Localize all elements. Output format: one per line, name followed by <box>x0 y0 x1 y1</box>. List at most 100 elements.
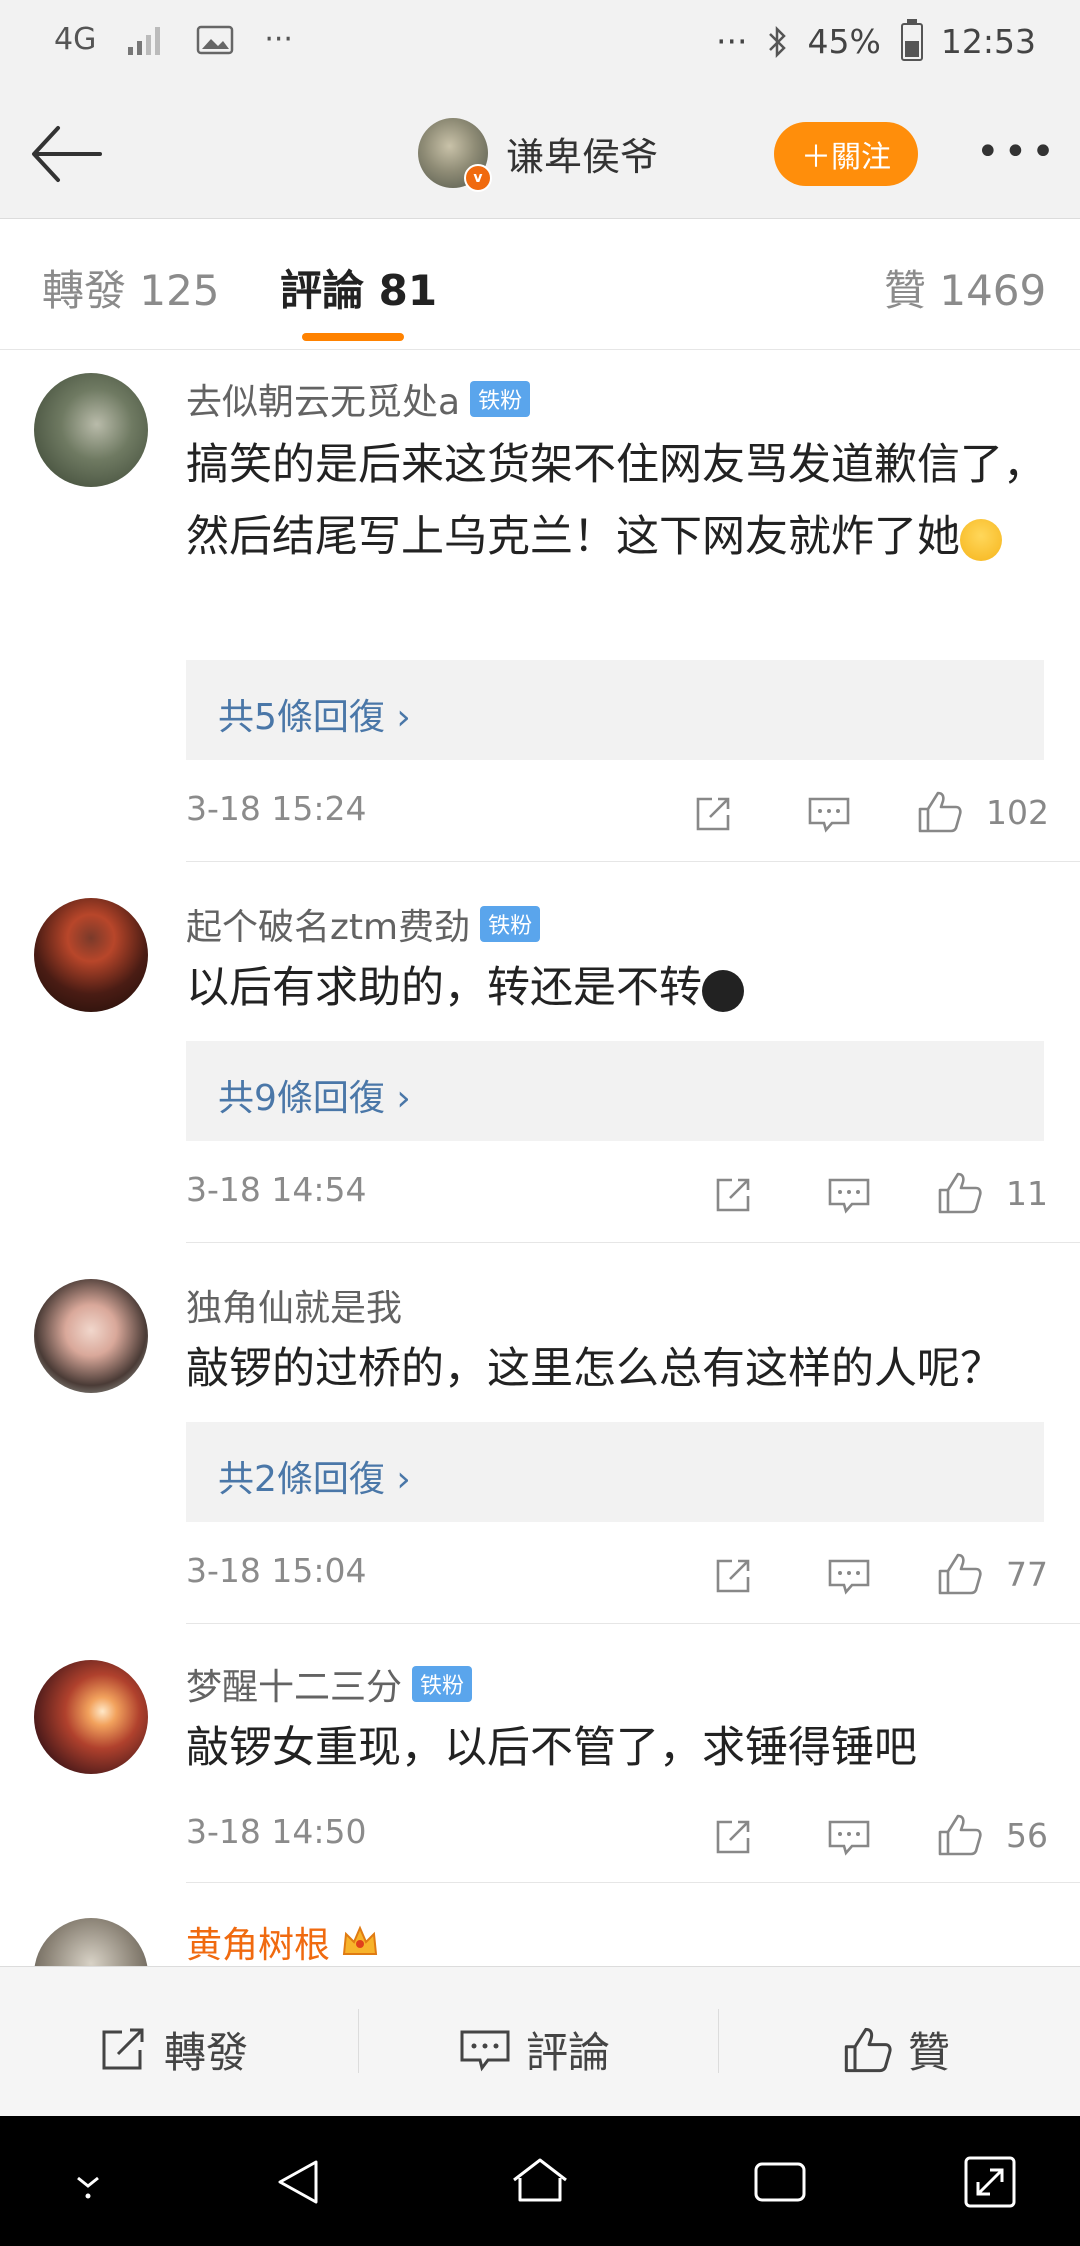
system-navigation-bar <box>0 2116 1080 2246</box>
comment-time: 3-18 15:24 <box>186 789 367 828</box>
thumbs-up-icon <box>938 1814 982 1856</box>
repost-button[interactable]: 轉發 <box>98 2019 248 2080</box>
author-avatar[interactable]: v <box>418 118 492 192</box>
like-count: 77 <box>1006 1554 1048 1594</box>
thumbs-up-icon <box>938 1172 982 1214</box>
signal-icon <box>128 26 161 55</box>
battery-icon <box>900 18 923 61</box>
thumbs-up-icon <box>844 2027 892 2072</box>
share-icon[interactable] <box>712 1816 754 1858</box>
back-icon[interactable] <box>270 2152 330 2212</box>
bluetooth-icon <box>768 25 786 58</box>
comment-text: 敲锣的过桥的，这里怎么总有这样的人呢？ <box>186 1344 1003 1394</box>
commenter-avatar[interactable] <box>34 898 148 1012</box>
comment-meta: 3-18 14:50 56 <box>186 1812 1048 1862</box>
fan-badge: 铁粉 <box>470 381 531 417</box>
comment-label: 評論 <box>526 2028 611 2077</box>
active-tab-indicator <box>302 333 404 341</box>
commenter-name[interactable]: 黄角树根 <box>186 1916 330 1966</box>
crown-icon <box>342 1925 378 1955</box>
like-button[interactable]: 贊 <box>842 2019 950 2080</box>
like-button[interactable]: 102 <box>916 789 1049 835</box>
comment-meta: 3-18 15:04 77 <box>186 1551 1048 1601</box>
verified-badge-icon: v <box>464 164 492 192</box>
grin-emoji-icon <box>960 518 1002 561</box>
more-options-icon[interactable]: ••• <box>976 132 1056 172</box>
like-count: 102 <box>986 792 1049 832</box>
follow-button[interactable]: ＋關注 <box>774 122 918 186</box>
comment-item: 黄角树根 <box>0 1904 1080 1966</box>
commenter-avatar[interactable] <box>34 1279 148 1393</box>
fan-badge: 铁粉 <box>480 906 541 942</box>
more-notifications: ··· <box>264 22 293 57</box>
back-arrow-icon[interactable] <box>28 114 108 194</box>
recent-apps-icon[interactable] <box>750 2152 810 2212</box>
comment-time: 3-18 15:04 <box>186 1551 367 1590</box>
comment-time: 3-18 14:54 <box>186 1170 367 1209</box>
comment-icon <box>460 2030 510 2071</box>
comment-meta: 3-18 14:54 11 <box>186 1170 1048 1220</box>
clock: 12:53 <box>940 22 1036 61</box>
author-name[interactable]: 谦卑侯爷 <box>506 126 658 181</box>
thumbs-up-icon <box>938 1553 982 1595</box>
tab-reposts[interactable]: 轉發 125 <box>42 257 220 318</box>
like-label: 贊 <box>908 2028 951 2077</box>
reply-count-link[interactable]: 共9條回復 › <box>218 1069 411 1121</box>
fan-badge: 铁粉 <box>412 1666 473 1702</box>
repost-icon <box>102 2028 144 2069</box>
hide-keyboard-icon[interactable] <box>58 2152 118 2212</box>
tab-bar: 轉發 125 評論 81 贊 1469 <box>0 219 1080 350</box>
separator <box>358 2009 359 2073</box>
thumbs-up-icon <box>918 791 962 833</box>
commenter-name[interactable]: 独角仙就是我 <box>186 1279 402 1331</box>
comment-text: 以后有求助的，转还是不转 <box>186 963 702 1013</box>
comment-time: 3-18 14:50 <box>186 1812 367 1851</box>
bottom-action-bar: 轉發 評論 贊 <box>0 1966 1080 2117</box>
commenter-avatar[interactable] <box>34 1918 148 1966</box>
divider <box>186 1882 1080 1883</box>
repost-label: 轉發 <box>164 2028 249 2077</box>
like-button[interactable]: 11 <box>936 1170 1048 1216</box>
top-nav-bar: v 谦卑侯爷 ＋關注 ••• <box>0 92 1080 219</box>
home-icon[interactable] <box>510 2152 570 2212</box>
expand-icon[interactable] <box>960 2152 1020 2212</box>
divider <box>186 861 1080 862</box>
share-icon[interactable] <box>712 1555 754 1597</box>
status-bar: 4G ··· ··· 45% 12:53 <box>0 0 1080 92</box>
status-more: ··· <box>716 22 748 61</box>
tab-likes[interactable]: 贊 1469 <box>884 257 1046 318</box>
like-button[interactable]: 56 <box>936 1812 1048 1858</box>
network-indicator: 4G <box>54 22 97 57</box>
reply-summary[interactable]: 共2條回復 › <box>186 1422 1044 1522</box>
share-icon[interactable] <box>692 793 734 835</box>
image-notification-icon <box>197 25 234 54</box>
reply-count-link[interactable]: 共2條回復 › <box>218 1450 411 1502</box>
divider <box>186 1623 1080 1624</box>
reply-count-link[interactable]: 共5條回復 › <box>218 688 411 740</box>
like-count: 11 <box>1006 1173 1048 1213</box>
comment-icon[interactable] <box>826 1174 872 1216</box>
comment-text: 敲锣女重现，以后不管了，求锤得锤吧 <box>186 1723 917 1773</box>
commenter-name[interactable]: 去似朝云无觅处a <box>186 373 460 425</box>
commenter-name[interactable]: 梦醒十二三分 <box>186 1658 402 1710</box>
comment-icon[interactable] <box>826 1816 872 1858</box>
reply-summary[interactable]: 共5條回復 › <box>186 660 1044 760</box>
battery-percent: 45% <box>807 22 881 61</box>
commenter-avatar[interactable] <box>34 373 148 487</box>
divider <box>186 1242 1080 1243</box>
author-header[interactable]: v 谦卑侯爷 <box>418 118 658 192</box>
comment-button[interactable]: 評論 <box>458 2019 610 2080</box>
tear-emoji-icon <box>702 969 744 1012</box>
like-button[interactable]: 77 <box>936 1551 1048 1597</box>
comment-icon[interactable] <box>826 1555 872 1597</box>
comment-icon[interactable] <box>806 793 852 835</box>
like-count: 56 <box>1006 1815 1048 1855</box>
separator <box>718 2009 719 2073</box>
commenter-avatar[interactable] <box>34 1660 148 1774</box>
comment-text: 搞笑的是后来这货架不住网友骂发道歉信了，然后结尾写上乌克兰！这下网友就炸了她 <box>186 440 1046 562</box>
share-icon[interactable] <box>712 1174 754 1216</box>
tab-comments[interactable]: 評論 81 <box>280 257 437 318</box>
comment-meta: 3-18 15:24 102 <box>186 789 1049 839</box>
commenter-name[interactable]: 起个破名ztm费劲 <box>186 898 470 950</box>
reply-summary[interactable]: 共9條回復 › <box>186 1041 1044 1141</box>
